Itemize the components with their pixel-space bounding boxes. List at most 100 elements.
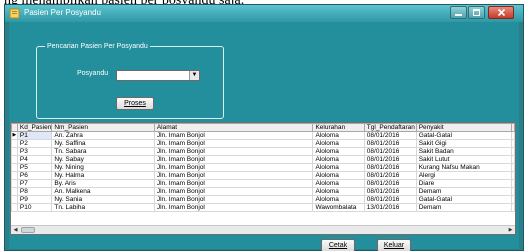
table-cell[interactable]: 08/01/2016 bbox=[363, 155, 417, 164]
column-header[interactable]: Alamat bbox=[153, 123, 314, 132]
table-cell[interactable]: An. Zahra bbox=[51, 131, 155, 140]
table-cell[interactable]: 08/01/2016 bbox=[363, 187, 417, 196]
chevron-down-icon[interactable]: ▼ bbox=[189, 71, 199, 80]
minimize-icon bbox=[455, 14, 462, 16]
table-cell[interactable]: 08/01/2016 bbox=[363, 179, 417, 188]
table-cell[interactable]: Demam bbox=[415, 187, 513, 196]
table-cell[interactable]: Jln. Imam Bonjol bbox=[153, 171, 314, 180]
search-group: Pencarian Pasien Per Posyandu Posyandu ▼… bbox=[36, 42, 224, 119]
table-cell[interactable]: Diare bbox=[415, 179, 513, 188]
column-header[interactable]: Penyakit bbox=[415, 123, 513, 132]
table-cell[interactable]: Jln. Imam Bonjol bbox=[153, 203, 314, 212]
patient-grid[interactable]: Kd_Pasien Nm_Pasien Alamat Kelurahan Tgl_Pen… bbox=[10, 122, 516, 235]
table-cell[interactable]: P7 bbox=[16, 179, 53, 188]
table-cell[interactable]: Aloloma bbox=[312, 171, 365, 180]
column-header[interactable]: Kelurahan bbox=[312, 123, 365, 132]
table-cell[interactable]: Kurang Nafsu Makan bbox=[415, 163, 513, 172]
table-cell[interactable]: Gatal-Gatal bbox=[415, 131, 513, 140]
table-cell-filler bbox=[511, 187, 515, 196]
table-cell[interactable]: Aloloma bbox=[312, 187, 365, 196]
table-cell[interactable]: P2 bbox=[16, 139, 53, 148]
table-cell[interactable]: P6 bbox=[16, 171, 53, 180]
table-cell[interactable]: Jln. Imam Bonjol bbox=[153, 155, 314, 164]
window-title: Pasien Per Posyandu bbox=[24, 8, 101, 17]
table-cell[interactable]: Aloloma bbox=[312, 155, 365, 164]
column-header[interactable]: Tgl_Pendaftaran bbox=[363, 123, 417, 132]
table-cell[interactable]: Gatal-Gatal bbox=[415, 195, 513, 204]
close-icon bbox=[497, 8, 505, 17]
table-cell[interactable]: An. Malkena bbox=[51, 187, 155, 196]
minimize-button[interactable] bbox=[450, 6, 467, 19]
table-cell[interactable]: Sakit Gigi bbox=[415, 139, 513, 148]
table-cell[interactable]: Jln. Imam Bonjol bbox=[153, 179, 314, 188]
table-cell[interactable]: Wawombalata bbox=[312, 203, 365, 212]
table-cell[interactable]: Jln. Imam Bonjol bbox=[153, 131, 314, 140]
table-cell[interactable]: Aloloma bbox=[312, 195, 365, 204]
table-cell[interactable]: 08/01/2016 bbox=[363, 195, 417, 204]
title-bar[interactable]: Pasien Per Posyandu bbox=[5, 5, 523, 22]
table-cell[interactable]: P9 bbox=[16, 195, 53, 204]
table-cell[interactable]: Tn. Sabara bbox=[51, 147, 155, 156]
table-cell[interactable]: Aloloma bbox=[312, 179, 365, 188]
table-cell[interactable]: Ny. Nining bbox=[51, 163, 155, 172]
table-row[interactable]: P6 Ny. Halma Jln. Imam Bonjol Aloloma 08/01/… bbox=[11, 171, 515, 180]
table-cell[interactable]: Jln. Imam Bonjol bbox=[153, 187, 314, 196]
table-cell[interactable]: 08/01/2016 bbox=[363, 139, 417, 148]
table-cell[interactable]: P8 bbox=[16, 187, 53, 196]
table-cell[interactable]: Aloloma bbox=[312, 131, 365, 140]
table-cell[interactable]: Aloloma bbox=[312, 139, 365, 148]
table-cell[interactable]: 13/01/2016 bbox=[363, 203, 417, 212]
table-cell[interactable]: Jln. Imam Bonjol bbox=[153, 163, 314, 172]
table-row[interactable]: P5 Ny. Nining Jln. Imam Bonjol Aloloma 08/01… bbox=[11, 163, 515, 172]
scroll-right-icon[interactable]: ▶ bbox=[506, 226, 515, 234]
table-cell[interactable]: Jln. Imam Bonjol bbox=[153, 195, 314, 204]
table-cell[interactable]: 08/01/2016 bbox=[363, 147, 417, 156]
table-cell[interactable]: Ny. Sania bbox=[51, 195, 155, 204]
cetak-button[interactable]: Cetak bbox=[321, 239, 355, 251]
table-cell[interactable]: Ny. Sabay bbox=[51, 155, 155, 164]
table-cell[interactable]: Alergi bbox=[415, 171, 513, 180]
table-row[interactable]: P2 Ny. Saffina Jln. Imam Bonjol Aloloma 08/0… bbox=[11, 139, 515, 148]
table-cell[interactable]: 08/01/2016 bbox=[363, 171, 417, 180]
horizontal-scrollbar[interactable]: ◀ ▶ bbox=[11, 225, 515, 234]
table-row[interactable]: P4 Ny. Sabay Jln. Imam Bonjol Aloloma 08/01/… bbox=[11, 155, 515, 164]
table-row[interactable]: P10 Tn. Labiha Jln. Imam Bonjol Wawombalata… bbox=[11, 203, 515, 212]
table-cell[interactable]: Tn. Labiha bbox=[51, 203, 155, 212]
table-cell-filler bbox=[511, 171, 515, 180]
table-row[interactable]: P9 Ny. Sania Jln. Imam Bonjol Aloloma 08/01/… bbox=[11, 195, 515, 204]
table-cell[interactable]: P4 bbox=[16, 155, 53, 164]
table-cell-filler bbox=[511, 155, 515, 164]
column-header[interactable]: Nm_Pasien bbox=[51, 123, 155, 132]
table-row[interactable]: ▶ P1 An. Zahra Jln. Imam Bonjol Aloloma 08/01… bbox=[11, 131, 515, 140]
table-cell[interactable]: 08/01/2016 bbox=[363, 131, 417, 140]
table-cell[interactable]: Aloloma bbox=[312, 163, 365, 172]
maximize-button[interactable] bbox=[468, 6, 485, 19]
table-cell[interactable]: P5 bbox=[16, 163, 53, 172]
table-cell-filler bbox=[511, 195, 515, 204]
table-cell-filler bbox=[511, 139, 515, 148]
table-cell[interactable]: P3 bbox=[16, 147, 53, 156]
posyandu-select[interactable]: ▼ bbox=[116, 70, 200, 81]
table-cell[interactable]: By. Aris bbox=[51, 179, 155, 188]
table-cell[interactable]: Ny. Halma bbox=[51, 171, 155, 180]
table-cell[interactable]: 08/01/2016 bbox=[363, 163, 417, 172]
close-button[interactable] bbox=[488, 6, 514, 19]
table-row[interactable]: P7 By. Aris Jln. Imam Bonjol Aloloma 08/01/2… bbox=[11, 179, 515, 188]
proses-button[interactable]: Proses bbox=[116, 97, 154, 110]
table-cell[interactable]: Sakit Badan bbox=[415, 147, 513, 156]
table-cell[interactable]: P1 bbox=[16, 131, 53, 140]
table-cell[interactable]: Jln. Imam Bonjol bbox=[153, 139, 314, 148]
column-header[interactable]: Kd_Pasien bbox=[16, 123, 53, 132]
table-cell[interactable]: Demam bbox=[415, 203, 513, 212]
table-cell[interactable]: Aloloma bbox=[312, 147, 365, 156]
app-icon bbox=[9, 8, 20, 19]
table-cell[interactable]: Ny. Saffina bbox=[51, 139, 155, 148]
scroll-left-icon[interactable]: ◀ bbox=[11, 226, 20, 234]
table-cell[interactable]: Sakit Lutut bbox=[415, 155, 513, 164]
table-row[interactable]: P8 An. Malkena Jln. Imam Bonjol Aloloma 08/0… bbox=[11, 187, 515, 196]
keluar-button[interactable]: Keluar bbox=[377, 239, 411, 251]
table-cell[interactable]: P10 bbox=[16, 203, 53, 212]
table-row[interactable]: P3 Tn. Sabara Jln. Imam Bonjol Aloloma 08/01… bbox=[11, 147, 515, 156]
scroll-thumb[interactable] bbox=[21, 227, 35, 233]
table-cell[interactable]: Jln. Imam Bonjol bbox=[153, 147, 314, 156]
